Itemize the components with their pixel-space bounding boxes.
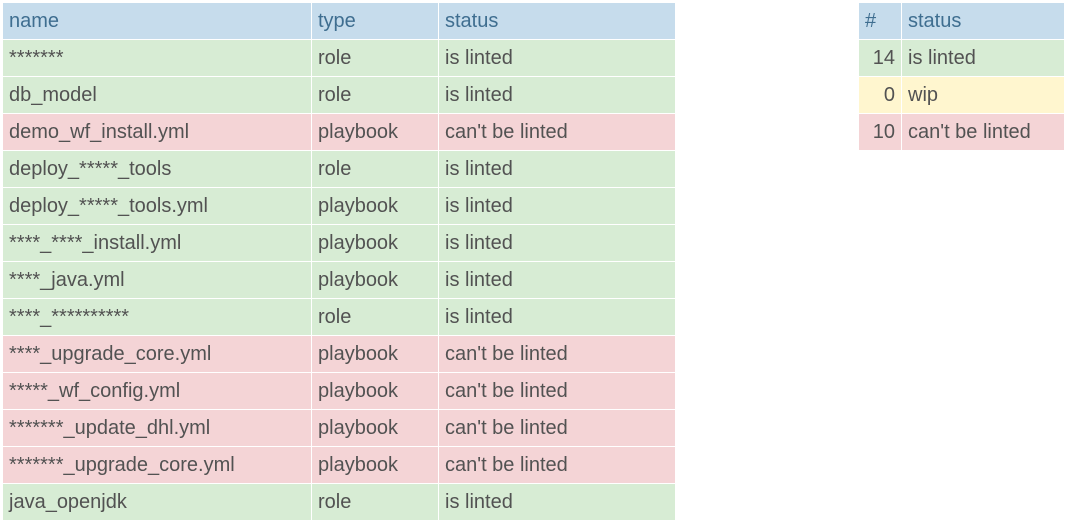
cell-name: *******_update_dhl.yml — [3, 410, 312, 447]
cell-type: playbook — [312, 225, 439, 262]
cell-status: is linted — [439, 151, 676, 188]
cell-status: is linted — [439, 188, 676, 225]
table-row: deploy_*****_tools.ymlplaybookis linted — [3, 188, 676, 225]
cell-name: deploy_*****_tools.yml — [3, 188, 312, 225]
table-header-row: name type status — [3, 3, 676, 40]
cell-status: is linted — [439, 484, 676, 521]
table-row: *******_update_dhl.ymlplaybookcan't be l… — [3, 410, 676, 447]
cell-type: playbook — [312, 114, 439, 151]
cell-status: is linted — [439, 262, 676, 299]
table-row: ****_upgrade_core.ymlplaybookcan't be li… — [3, 336, 676, 373]
table-row: 10can't be linted — [859, 114, 1065, 151]
cell-status: is linted — [439, 225, 676, 262]
cell-type: playbook — [312, 447, 439, 484]
cell-type: role — [312, 77, 439, 114]
lint-summary-table: # status 14is linted0wip10can't be linte… — [858, 2, 1065, 151]
cell-name: *******_upgrade_core.yml — [3, 447, 312, 484]
table-row: db_modelroleis linted — [3, 77, 676, 114]
cell-count: 10 — [859, 114, 902, 151]
cell-status: is linted — [439, 299, 676, 336]
cell-type: playbook — [312, 262, 439, 299]
table-row: *******_upgrade_core.ymlplaybookcan't be… — [3, 447, 676, 484]
cell-type: playbook — [312, 336, 439, 373]
cell-type: role — [312, 40, 439, 77]
cell-status: can't be linted — [439, 447, 676, 484]
cell-count: 0 — [859, 77, 902, 114]
col-name: name — [3, 3, 312, 40]
cell-name: ****_****_install.yml — [3, 225, 312, 262]
cell-name: ****_upgrade_core.yml — [3, 336, 312, 373]
table-row: 14is linted — [859, 40, 1065, 77]
col-status: status — [439, 3, 676, 40]
cell-type: playbook — [312, 373, 439, 410]
table-row: *******roleis linted — [3, 40, 676, 77]
table-row: ****_**********roleis linted — [3, 299, 676, 336]
cell-name: *****_wf_config.yml — [3, 373, 312, 410]
cell-name: demo_wf_install.yml — [3, 114, 312, 151]
cell-name: db_model — [3, 77, 312, 114]
cell-name: ****_java.yml — [3, 262, 312, 299]
cell-type: playbook — [312, 410, 439, 447]
table-row: demo_wf_install.ymlplaybookcan't be lint… — [3, 114, 676, 151]
lint-results-table: name type status *******roleis linteddb_… — [2, 2, 676, 521]
table-row: *****_wf_config.ymlplaybookcan't be lint… — [3, 373, 676, 410]
table-row: ****_****_install.ymlplaybookis linted — [3, 225, 676, 262]
table-row: java_openjdkroleis linted — [3, 484, 676, 521]
cell-name: ******* — [3, 40, 312, 77]
table-header-row: # status — [859, 3, 1065, 40]
cell-status: can't be linted — [439, 410, 676, 447]
table-row: 0wip — [859, 77, 1065, 114]
cell-name: ****_********** — [3, 299, 312, 336]
cell-name: deploy_*****_tools — [3, 151, 312, 188]
cell-name: java_openjdk — [3, 484, 312, 521]
cell-status: is linted — [439, 77, 676, 114]
cell-count: 14 — [859, 40, 902, 77]
cell-status: wip — [902, 77, 1065, 114]
cell-status: can't be linted — [439, 373, 676, 410]
col-status: status — [902, 3, 1065, 40]
col-type: type — [312, 3, 439, 40]
cell-status: is linted — [902, 40, 1065, 77]
cell-type: role — [312, 484, 439, 521]
cell-status: can't be linted — [439, 114, 676, 151]
cell-status: can't be linted — [902, 114, 1065, 151]
cell-status: can't be linted — [439, 336, 676, 373]
col-count: # — [859, 3, 902, 40]
table-row: deploy_*****_toolsroleis linted — [3, 151, 676, 188]
cell-type: role — [312, 299, 439, 336]
cell-type: role — [312, 151, 439, 188]
cell-status: is linted — [439, 40, 676, 77]
table-row: ****_java.ymlplaybookis linted — [3, 262, 676, 299]
cell-type: playbook — [312, 188, 439, 225]
